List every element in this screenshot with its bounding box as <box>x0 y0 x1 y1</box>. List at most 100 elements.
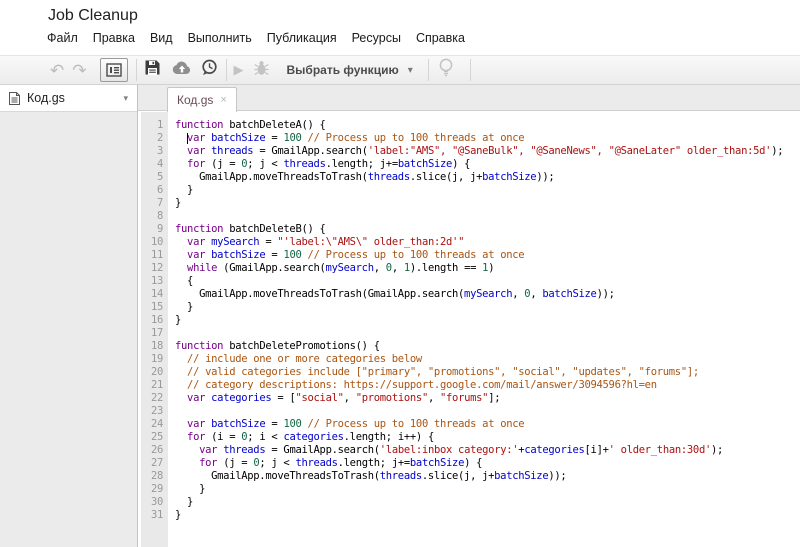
code-editor[interactable]: 1 2 3 4 5 6 7 8 9 10 11 12 13 14 15 16 17 18 19 20 21 22 23 24 2… <box>138 112 800 547</box>
file-name: Код.gs <box>27 91 65 105</box>
menu-bar: Файл Правка Вид Выполнить Публикация Ресурсы С… <box>47 31 465 45</box>
file-menu-caret-icon[interactable]: ▾ <box>123 93 128 104</box>
code-line[interactable]: for (j = 0; j < threads.length; j+=batch… <box>168 457 800 470</box>
code-line[interactable] <box>168 327 800 340</box>
line-number: 1 <box>156 119 163 131</box>
lightbulb-icon <box>439 58 453 77</box>
code-line[interactable]: } <box>168 509 800 522</box>
line-number: 22 <box>150 392 163 404</box>
line-number: 14 <box>150 288 163 300</box>
line-number: 9 <box>156 223 163 235</box>
tab-code-gs[interactable]: Код.gs × <box>167 87 237 112</box>
line-number: 27 <box>150 457 163 469</box>
code-line[interactable]: GmailApp.moveThreadsToTrash(threads.slic… <box>168 171 800 184</box>
line-number: 16 <box>150 314 163 326</box>
menu-item-publish[interactable]: Публикация <box>267 31 337 45</box>
run-button[interactable]: ▶ <box>234 62 244 78</box>
code-line[interactable]: } <box>168 184 800 197</box>
line-number: 26 <box>150 444 163 456</box>
sidebar-item-code-gs[interactable]: Код.gs ▾ <box>0 85 137 112</box>
code-line[interactable] <box>168 210 800 223</box>
debug-button[interactable] <box>253 60 269 81</box>
line-number: 25 <box>150 431 163 443</box>
code-line[interactable]: function batchDeleteB() { <box>168 223 800 236</box>
line-number: 5 <box>156 171 163 183</box>
code-line[interactable]: GmailApp.moveThreadsToTrash(GmailApp.sea… <box>168 288 800 301</box>
indent-icon <box>105 63 122 77</box>
code-line[interactable]: var threads = GmailApp.search('label:inb… <box>168 444 800 457</box>
line-number: 8 <box>156 210 163 222</box>
menu-item-run[interactable]: Выполнить <box>188 31 252 45</box>
line-number: 21 <box>150 379 163 391</box>
line-number: 28 <box>150 470 163 482</box>
code-line[interactable]: } <box>168 301 800 314</box>
code-line[interactable]: // include one or more categories below <box>168 353 800 366</box>
code-line[interactable]: var batchSize = 100 // Process up to 100… <box>168 132 800 145</box>
tab-label: Код.gs <box>177 93 214 107</box>
toolbar-separator <box>469 59 471 81</box>
menu-item-edit[interactable]: Правка <box>93 31 135 45</box>
code-line[interactable]: } <box>168 314 800 327</box>
code-line[interactable]: } <box>168 483 800 496</box>
menu-item-file[interactable]: Файл <box>47 31 78 45</box>
line-number: 30 <box>150 496 163 508</box>
code-line[interactable]: var categories = ["social", "promotions"… <box>168 392 800 405</box>
line-number: 20 <box>150 366 163 378</box>
code-line[interactable]: while (GmailApp.search(mySearch, 0, 1).l… <box>168 262 800 275</box>
document-icon <box>9 91 20 105</box>
code-line[interactable]: GmailApp.moveThreadsToTrash(threads.slic… <box>168 470 800 483</box>
toolbar-separator <box>135 59 137 81</box>
code-line[interactable]: { <box>168 275 800 288</box>
line-number: 18 <box>150 340 163 352</box>
code-line[interactable]: } <box>168 197 800 210</box>
select-function-label: Выбрать функцию <box>286 63 399 77</box>
line-number: 10 <box>150 236 163 248</box>
save-button[interactable] <box>145 60 160 80</box>
code-line[interactable]: // category descriptions: https://suppor… <box>168 379 800 392</box>
line-number: 31 <box>150 509 163 521</box>
line-number: 24 <box>150 418 163 430</box>
editor-pane: Код.gs × 1 2 3 4 5 6 7 8 9 10 11 12 13 14 15 16 17 18 19 20… <box>138 85 800 547</box>
line-number-gutter: 1 2 3 4 5 6 7 8 9 10 11 12 13 14 15 16 17 18 19 20 21 22 23 24 2… <box>141 112 168 547</box>
toolbar: ↶ ↷ ▶ Выбрать функцию ▾ <box>0 55 800 85</box>
line-number: 7 <box>156 197 163 209</box>
redo-button[interactable]: ↷ <box>72 62 86 79</box>
code-line[interactable]: var batchSize = 100 // Process up to 100… <box>168 418 800 431</box>
line-number: 13 <box>150 275 163 287</box>
tab-close-icon[interactable]: × <box>220 94 226 106</box>
line-number: 3 <box>156 145 163 157</box>
history-clock-button[interactable] <box>201 59 218 81</box>
code-line[interactable]: } <box>168 496 800 509</box>
text-cursor <box>187 133 189 144</box>
indent-button[interactable] <box>99 58 128 82</box>
undo-button[interactable]: ↶ <box>50 62 64 79</box>
toolbar-separator <box>427 59 429 81</box>
menu-item-view[interactable]: Вид <box>150 31 173 45</box>
cloud-deploy-button[interactable] <box>172 61 192 80</box>
line-number: 4 <box>156 158 163 170</box>
project-title[interactable]: Job Cleanup <box>48 7 138 25</box>
code-lines: function batchDeleteA() { var batchSize … <box>168 119 800 522</box>
files-sidebar: Код.gs ▾ <box>0 85 138 547</box>
apps-script-logo <box>0 2 33 53</box>
line-number: 6 <box>156 184 163 196</box>
code-line[interactable]: var mySearch = "'label:\"AMS\" older_tha… <box>168 236 800 249</box>
code-line[interactable]: for (j = 0; j < threads.length; j+=batch… <box>168 158 800 171</box>
toolbar-separator <box>225 59 227 81</box>
code-line[interactable]: function batchDeleteA() { <box>168 119 800 132</box>
code-line[interactable] <box>168 405 800 418</box>
code-line[interactable]: // valid categories include ["primary", … <box>168 366 800 379</box>
chevron-down-icon: ▾ <box>407 64 413 76</box>
tab-bar: Код.gs × <box>138 85 800 112</box>
code-line[interactable]: function batchDeletePromotions() { <box>168 340 800 353</box>
menu-item-resources[interactable]: Ресурсы <box>352 31 401 45</box>
bug-icon <box>253 60 269 75</box>
menu-item-help[interactable]: Справка <box>416 31 465 45</box>
hints-button[interactable] <box>438 58 454 82</box>
code-line[interactable]: var batchSize = 100 // Process up to 100… <box>168 249 800 262</box>
line-number: 29 <box>150 483 163 495</box>
code-line[interactable]: var threads = GmailApp.search('label:"AM… <box>168 145 800 158</box>
line-number: 15 <box>150 301 163 313</box>
code-line[interactable]: for (i = 0; i < categories.length; i++) … <box>168 431 800 444</box>
select-function-dropdown[interactable]: Выбрать функцию ▾ <box>277 58 423 82</box>
